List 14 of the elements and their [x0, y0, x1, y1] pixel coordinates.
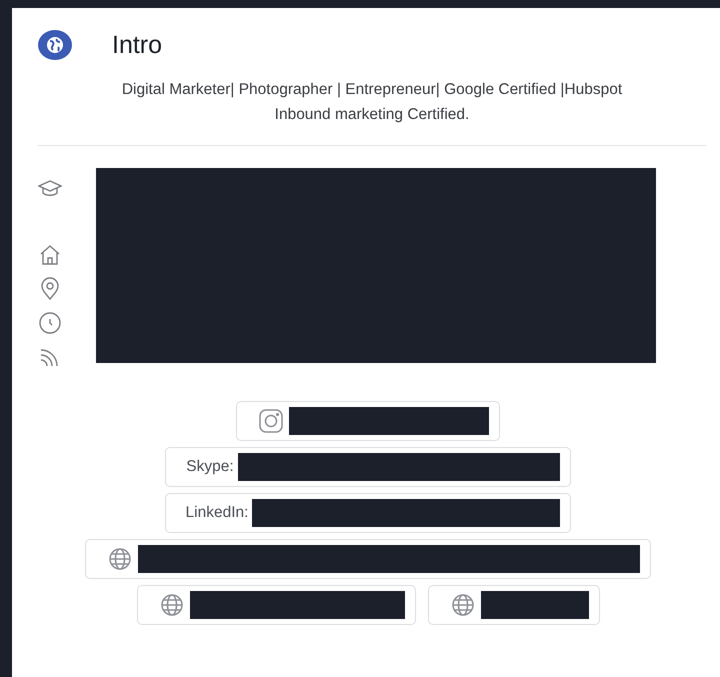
profile-link[interactable]: [136, 585, 416, 625]
profile-link[interactable]: [236, 401, 500, 441]
globe-icon: [38, 30, 72, 60]
bio-text: Digital Marketer| Photographer | Entrepreneur| Google Certified |Hubspot Inbound marketing Certified.: [120, 80, 624, 125]
profile-link[interactable]: Skype:: [165, 447, 571, 487]
home-icon: [38, 243, 62, 267]
link-label: Skype:: [186, 458, 234, 476]
clock-icon: [38, 311, 62, 335]
instagram-icon: [257, 407, 285, 435]
profile-link[interactable]: [85, 539, 651, 579]
intro-title: Intro: [112, 30, 162, 60]
link-label: LinkedIn:: [186, 504, 248, 522]
profile-link[interactable]: [428, 585, 600, 625]
profile-link[interactable]: LinkedIn:: [164, 493, 572, 533]
